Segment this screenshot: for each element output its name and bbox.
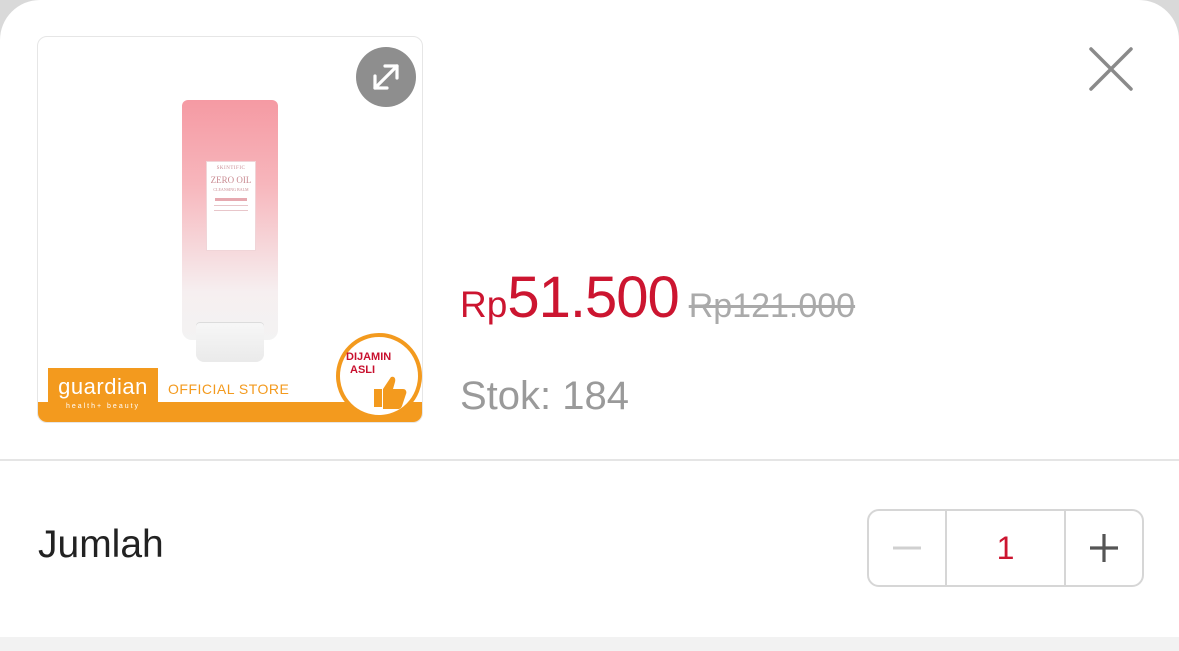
quantity-stepper: 1 xyxy=(867,509,1144,587)
product-tube-cap xyxy=(196,322,264,362)
tube-label-line xyxy=(214,210,248,211)
decrease-quantity-button[interactable] xyxy=(869,511,945,585)
tube-brand: SKINTIFIC xyxy=(216,166,246,171)
thumbs-up-icon xyxy=(374,376,407,409)
current-price: 51.500 xyxy=(507,265,679,330)
price-row: Rp 51.500 Rp121.000 xyxy=(460,264,855,334)
stock-text: Stok: 184 xyxy=(460,374,630,418)
tube-label-line xyxy=(214,205,248,206)
guardian-tagline: health+ beauty xyxy=(65,403,141,410)
quantity-value[interactable]: 1 xyxy=(945,511,1066,585)
expand-image-button[interactable] xyxy=(356,47,416,107)
tube-name: ZERO OIL xyxy=(210,175,252,185)
tube-label: SKINTIFIC ZERO OIL CLEANSING BALM xyxy=(206,161,256,251)
product-variant-sheet: SKINTIFIC ZERO OIL CLEANSING BALM guardi… xyxy=(0,0,1179,637)
authentic-badge: DIJAMIN ASLI xyxy=(336,333,422,419)
guardian-logo-text: guardian xyxy=(58,374,148,399)
quantity-label: Jumlah xyxy=(38,523,164,566)
badge-line1: DIJAMIN xyxy=(346,351,392,363)
close-icon xyxy=(1089,47,1133,91)
tube-sub: CLEANSING BALM xyxy=(213,187,249,192)
close-button[interactable] xyxy=(1082,40,1140,98)
divider xyxy=(0,459,1179,461)
tube-label-bar xyxy=(215,198,247,201)
plus-icon xyxy=(1090,534,1118,562)
guardian-logo: guardian health+ beauty xyxy=(48,368,158,422)
official-store-label: OFFICIAL STORE xyxy=(168,381,290,397)
product-image[interactable]: SKINTIFIC ZERO OIL CLEANSING BALM guardi… xyxy=(37,36,423,423)
original-price: Rp121.000 xyxy=(688,287,856,325)
sheet-footer-strip xyxy=(0,637,1179,651)
price-currency: Rp xyxy=(460,284,508,325)
minus-icon xyxy=(893,546,921,550)
increase-quantity-button[interactable] xyxy=(1066,511,1142,585)
expand-icon xyxy=(373,64,399,90)
